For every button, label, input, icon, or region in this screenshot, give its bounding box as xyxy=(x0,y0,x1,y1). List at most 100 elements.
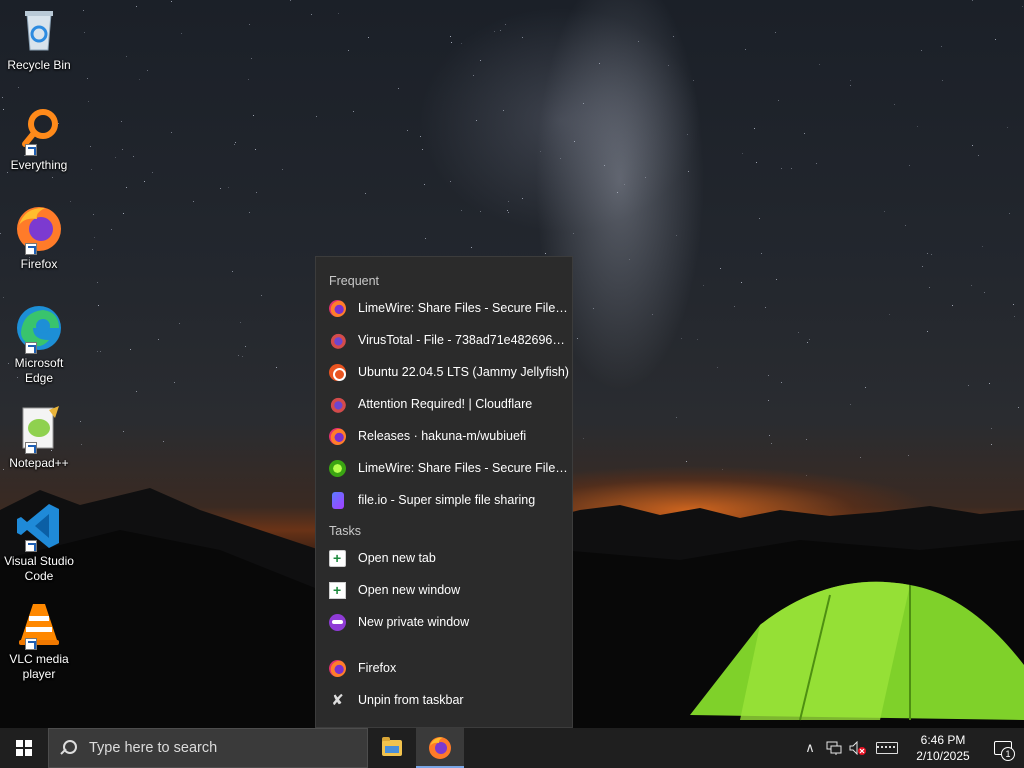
jumplist-item[interactable]: Attention Required! | Cloudflare xyxy=(316,388,572,420)
star xyxy=(768,375,769,376)
jumplist-unpin-from-taskbar[interactable]: ✘ Unpin from taskbar xyxy=(316,684,572,716)
star xyxy=(245,346,246,347)
new-tab-icon xyxy=(329,549,346,567)
star xyxy=(248,79,249,80)
star xyxy=(450,36,451,37)
show-hidden-icons-chevron-icon[interactable]: ∧ xyxy=(798,728,822,768)
star xyxy=(522,198,523,199)
recycle-bin-icon xyxy=(15,6,63,54)
star xyxy=(422,149,423,150)
star xyxy=(2,97,3,98)
star xyxy=(693,80,694,81)
star xyxy=(927,253,928,254)
star xyxy=(697,339,698,340)
jumplist-item-label: file.io - Super simple file sharing xyxy=(358,493,536,507)
star xyxy=(1014,316,1015,317)
star xyxy=(850,80,851,81)
star xyxy=(398,88,399,89)
taskbar-clock[interactable]: 6:46 PM 2/10/2025 xyxy=(904,732,982,764)
jumplist-item[interactable]: VirusTotal - File - 738ad71e4826961fb... xyxy=(316,324,572,356)
jumplist-item[interactable]: file.io - Super simple file sharing xyxy=(316,484,572,516)
jumplist-item[interactable]: Releases · hakuna-m/wubiuefi xyxy=(316,420,572,452)
star xyxy=(765,307,766,308)
star xyxy=(931,254,932,255)
firefox-jump-list: Frequent LimeWire: Share Files - Secure … xyxy=(315,256,573,728)
star xyxy=(476,120,477,121)
star xyxy=(778,100,779,101)
star xyxy=(905,225,906,226)
star xyxy=(494,31,495,32)
desktop-icon-everything[interactable]: Everything xyxy=(2,106,76,173)
desktop-icon-notepadpp[interactable]: Notepad++ xyxy=(2,404,76,471)
everything-search-icon xyxy=(15,106,63,156)
shortcut-arrow-icon xyxy=(25,442,37,454)
star xyxy=(545,253,546,254)
jumplist-task-label: Open new tab xyxy=(358,551,436,565)
star xyxy=(574,141,575,142)
star xyxy=(809,339,810,340)
ubuntu-icon xyxy=(329,363,346,381)
unpin-icon: ✘ xyxy=(331,691,344,709)
jumplist-task-open-new-tab[interactable]: Open new tab xyxy=(316,542,572,574)
star xyxy=(968,385,969,386)
star xyxy=(688,171,689,172)
star xyxy=(163,441,164,442)
star xyxy=(136,391,137,392)
taskbar-file-explorer[interactable] xyxy=(368,728,416,768)
jumplist-task-open-new-window[interactable]: Open new window xyxy=(316,574,572,606)
desktop-icon-firefox[interactable]: Firefox xyxy=(2,205,76,272)
star xyxy=(676,235,677,236)
star xyxy=(171,132,172,133)
star xyxy=(717,367,718,368)
jumplist-launch-firefox[interactable]: Firefox xyxy=(316,652,572,684)
star xyxy=(97,351,98,352)
jumplist-item[interactable]: LimeWire: Share Files - Secure File Upl.… xyxy=(316,292,572,324)
star xyxy=(91,169,92,170)
desktop-icon-vlc[interactable]: VLC media player xyxy=(2,600,76,682)
star xyxy=(461,43,462,44)
desktop-icon-recycle-bin[interactable]: Recycle Bin xyxy=(2,6,76,73)
firefox-icon xyxy=(429,737,451,759)
jumplist-app-label: Firefox xyxy=(358,661,397,675)
jumplist-task-new-private-window[interactable]: New private window xyxy=(316,606,572,638)
search-icon xyxy=(61,740,77,756)
star xyxy=(681,338,682,339)
star xyxy=(791,168,792,169)
star xyxy=(130,349,131,350)
star xyxy=(942,80,943,81)
star xyxy=(193,201,194,202)
action-center-button[interactable]: 1 xyxy=(982,728,1024,768)
desktop-icon-vscode[interactable]: Visual Studio Code xyxy=(2,502,76,584)
jumplist-unpin-label: Unpin from taskbar xyxy=(358,693,464,707)
touch-keyboard-icon[interactable] xyxy=(870,728,904,768)
star xyxy=(115,157,116,158)
star xyxy=(850,85,851,86)
firefox-icon xyxy=(329,299,346,317)
star xyxy=(232,271,233,272)
network-icon[interactable] xyxy=(822,728,846,768)
desktop-icon-label: Firefox xyxy=(20,257,58,271)
jumplist-item[interactable]: Ubuntu 22.04.5 LTS (Jammy Jellyfish) xyxy=(316,356,572,388)
jumplist-item-label: Releases · hakuna-m/wubiuefi xyxy=(358,429,527,443)
volume-muted-icon[interactable] xyxy=(846,728,870,768)
fileio-icon xyxy=(332,491,344,509)
star xyxy=(111,229,112,230)
star xyxy=(171,1,172,2)
star xyxy=(83,10,84,11)
taskbar-search-box[interactable]: Type here to search xyxy=(48,728,368,768)
star xyxy=(368,37,369,38)
new-window-icon xyxy=(329,581,346,599)
start-button[interactable] xyxy=(0,728,48,768)
star xyxy=(599,63,600,64)
star xyxy=(420,136,421,137)
star xyxy=(560,158,561,159)
firefox-icon xyxy=(329,427,346,445)
jumplist-item[interactable]: LimeWire: Share Files - Secure File Upl.… xyxy=(316,452,572,484)
star xyxy=(927,331,928,332)
firefox-icon xyxy=(15,205,63,255)
taskbar-firefox[interactable] xyxy=(416,728,464,768)
desktop-icon-microsoft-edge[interactable]: Microsoft Edge xyxy=(2,304,76,386)
star xyxy=(889,314,890,315)
star xyxy=(290,0,291,1)
star xyxy=(629,259,630,260)
